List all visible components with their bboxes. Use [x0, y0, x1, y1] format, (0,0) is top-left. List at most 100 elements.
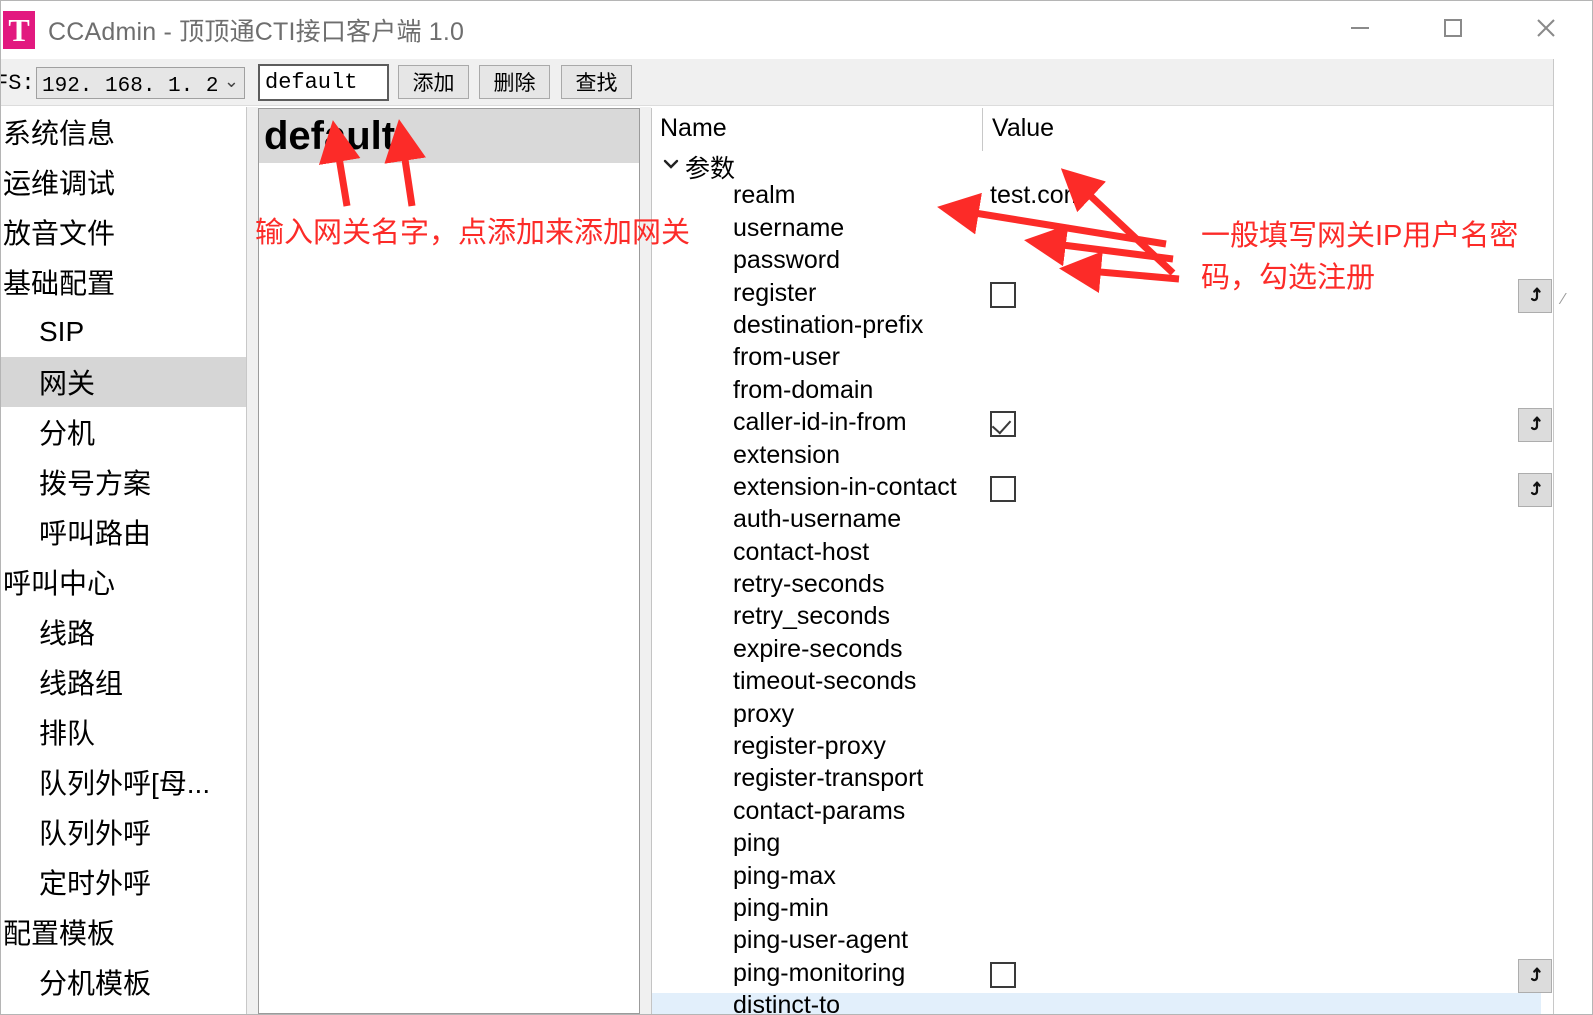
title-bar: T CCAdmin - 顶顶通CTI接口客户端 1.0	[1, 1, 1592, 58]
delete-button[interactable]: 删除	[479, 65, 550, 99]
param-row[interactable]: register-transport	[652, 764, 1541, 798]
sidebar-item-7[interactable]: 拨号方案	[1, 457, 246, 507]
param-name: contact-host	[733, 537, 870, 566]
param-row[interactable]: contact-host	[652, 537, 1541, 572]
toolbar: FS: 192. 168. 1. 2〈my〉 ⌄ default 添加 删除 查…	[1, 59, 1592, 106]
param-row[interactable]: ping-min	[652, 894, 1541, 928]
param-row[interactable]: extension	[652, 441, 1541, 475]
sidebar-item-label: 放音文件	[3, 218, 116, 249]
maximize-button[interactable]	[1406, 1, 1499, 55]
param-name: from-user	[733, 343, 840, 372]
param-row[interactable]: caller-id-in-from	[652, 408, 1541, 442]
sidebar-item-label: 系统信息	[3, 118, 116, 149]
scrollbar-tick-icon: ⁄	[1562, 291, 1565, 308]
param-group-row[interactable]: 参数	[652, 151, 1541, 183]
sidebar-item-5[interactable]: 网关	[1, 357, 246, 407]
sidebar-item-13[interactable]: 队列外呼[母...	[1, 757, 246, 807]
param-name: caller-id-in-from	[733, 408, 907, 437]
param-row[interactable]: from-user	[652, 343, 1541, 377]
chevron-down-icon[interactable]	[662, 155, 680, 173]
param-name: ping-max	[733, 861, 836, 890]
param-name: register	[733, 278, 817, 307]
param-checkbox[interactable]	[990, 281, 1016, 308]
redo-arrow-icon	[1530, 481, 1541, 496]
minimize-button[interactable]	[1313, 1, 1406, 55]
param-row[interactable]: from-domain	[652, 376, 1541, 410]
sidebar-item-12[interactable]: 排队	[1, 707, 246, 757]
sidebar-item-6[interactable]: 分机	[1, 407, 246, 457]
sidebar-item-15[interactable]: 定时外呼	[1, 857, 246, 907]
sidebar-item-label: 排队	[39, 718, 96, 749]
fs-server-dropdown[interactable]: 192. 168. 1. 2〈my〉 ⌄	[36, 67, 245, 99]
sidebar-item-2[interactable]: 放音文件	[1, 207, 246, 257]
param-name: retry-seconds	[733, 570, 885, 599]
param-name: retry_seconds	[733, 602, 891, 631]
find-button[interactable]: 查找	[561, 65, 632, 99]
sidebar-item-10[interactable]: 线路	[1, 607, 246, 657]
sidebar-item-9[interactable]: 呼叫中心	[1, 557, 246, 607]
sidebar-item-14[interactable]: 队列外呼	[1, 807, 246, 857]
application-window: T CCAdmin - 顶顶通CTI接口客户端 1.0 FS: 192. 168…	[0, 0, 1593, 1015]
param-row[interactable]: ping	[652, 829, 1541, 863]
param-row[interactable]: contact-params	[652, 796, 1541, 831]
window-title: CCAdmin - 顶顶通CTI接口客户端 1.0	[48, 17, 465, 46]
param-name: register-proxy	[733, 732, 886, 761]
param-name: proxy	[733, 699, 795, 728]
fs-label: FS:	[1, 71, 35, 96]
param-row[interactable]: expire-seconds	[652, 635, 1541, 669]
param-row[interactable]: register-proxy	[652, 732, 1541, 766]
param-value[interactable]: test.com	[990, 181, 1084, 210]
sidebar-item-label: 呼叫中心	[3, 568, 116, 599]
param-checkbox[interactable]	[990, 411, 1016, 438]
sidebar-item-label: 运维调试	[3, 168, 116, 199]
gateway-name-input[interactable]: default	[258, 64, 389, 101]
sidebar-item-17[interactable]: 分机模板	[1, 957, 246, 1007]
sidebar-item-label: 基础配置	[3, 268, 116, 299]
sidebar-item-label: 网关	[39, 368, 96, 399]
sidebar-item-8[interactable]: 呼叫路由	[1, 507, 246, 557]
sidebar-item-0[interactable]: 系统信息	[1, 107, 246, 157]
param-row[interactable]: destination-prefix	[652, 311, 1541, 345]
sidebar-item-4[interactable]: SIP	[1, 307, 246, 357]
add-button[interactable]: 添加	[398, 65, 469, 99]
reset-param-button[interactable]	[1518, 959, 1552, 993]
sidebar-nav: 系统信息运维调试放音文件基础配置 SIP 网关分机拨号方案呼叫路由呼叫中心线路线路组…	[1, 107, 247, 1014]
column-header-name: Name	[660, 114, 727, 142]
vertical-scrollbar[interactable]: ⁄	[1553, 59, 1592, 1014]
param-name: password	[733, 246, 840, 275]
param-row[interactable]: realm test.com	[652, 181, 1541, 215]
param-name: contact-params	[733, 796, 906, 825]
window-controls	[1313, 1, 1592, 55]
param-row[interactable]: extension-in-contact	[652, 472, 1541, 507]
param-row[interactable]: retry_seconds	[652, 602, 1541, 636]
param-row[interactable]: distinct-to	[652, 991, 1541, 1015]
sidebar-item-label: 队列外呼	[39, 818, 152, 849]
param-row[interactable]: retry-seconds	[652, 570, 1541, 604]
sidebar-item-label: SIP	[39, 316, 85, 347]
sidebar-item-label: 定时外呼	[39, 868, 152, 899]
gateway-list-item[interactable]: default	[259, 109, 639, 163]
param-name: ping-monitoring	[733, 958, 906, 987]
reset-param-button[interactable]	[1518, 408, 1552, 443]
reset-param-button[interactable]	[1518, 473, 1552, 507]
param-row[interactable]: ping-user-agent	[652, 926, 1541, 960]
param-checkbox[interactable]	[990, 475, 1016, 502]
param-row[interactable]: proxy	[652, 699, 1541, 734]
param-name: realm	[733, 181, 796, 210]
sidebar-item-label: 拨号方案	[39, 468, 152, 499]
sidebar-item-11[interactable]: 线路组	[1, 657, 246, 707]
sidebar-item-label: 线路组	[39, 668, 124, 699]
param-row[interactable]: ping-max	[652, 861, 1541, 896]
column-divider[interactable]	[982, 108, 983, 151]
param-row[interactable]: timeout-seconds	[652, 667, 1541, 701]
sidebar-item-label: 分机	[39, 418, 96, 449]
param-row[interactable]: ping-monitoring	[652, 958, 1541, 993]
param-name: distinct-to	[733, 991, 840, 1015]
sidebar-item-3[interactable]: 基础配置	[1, 257, 246, 307]
param-name: extension-in-contact	[733, 472, 957, 501]
close-button[interactable]	[1499, 1, 1592, 55]
param-checkbox[interactable]	[990, 961, 1016, 988]
sidebar-item-1[interactable]: 运维调试	[1, 157, 246, 207]
param-row[interactable]: auth-username	[652, 505, 1541, 539]
sidebar-item-16[interactable]: 配置模板	[1, 907, 246, 957]
